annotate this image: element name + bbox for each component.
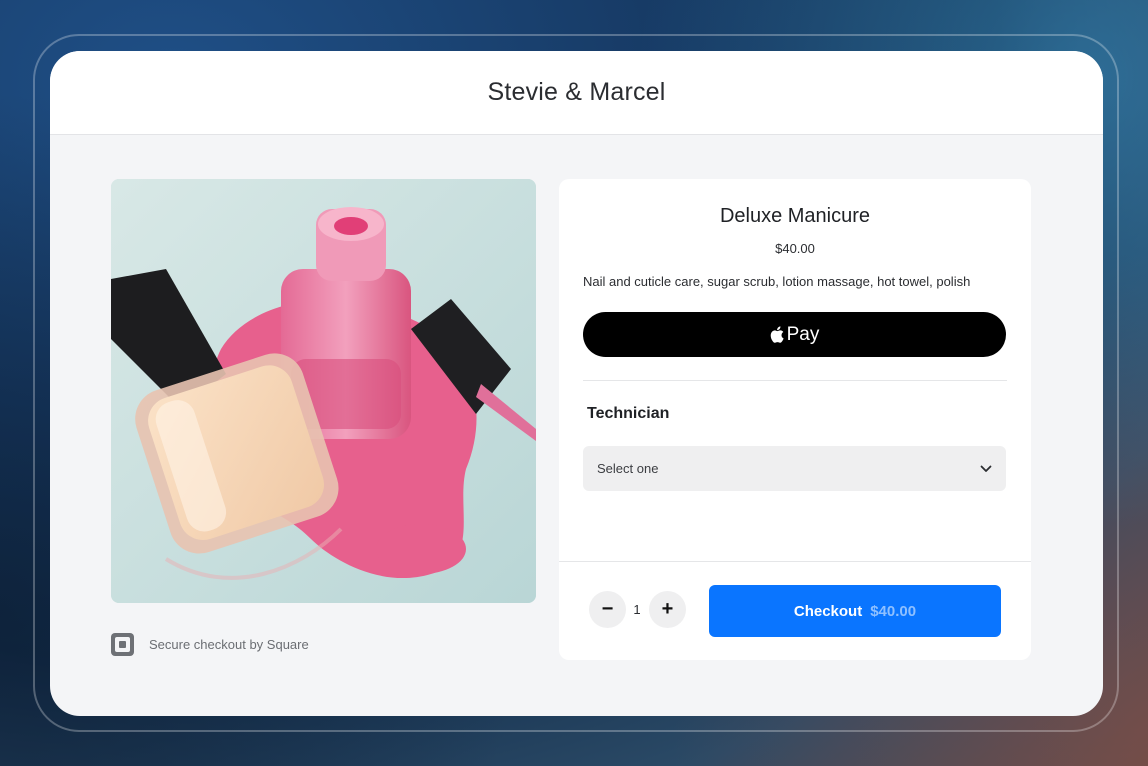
technician-label: Technician xyxy=(587,405,670,422)
product-card: Deluxe Manicure $40.00 Nail and cuticle … xyxy=(559,179,1031,660)
divider xyxy=(559,561,1031,562)
chevron-down-icon xyxy=(980,465,992,472)
secure-checkout-text: Secure checkout by Square xyxy=(149,637,309,652)
checkout-button[interactable]: Checkout $40.00 xyxy=(709,585,1001,637)
checkout-screen: Stevie & Marcel Secure checkout by Squar… xyxy=(50,51,1103,716)
apple-pay-label: Pay xyxy=(786,323,820,345)
secure-checkout-note: Secure checkout by Square xyxy=(111,633,309,656)
checkout-price: $40.00 xyxy=(870,602,917,620)
product-image xyxy=(111,179,536,603)
apple-pay-button[interactable]: Pay xyxy=(583,312,1006,357)
nail-polish-image xyxy=(111,179,536,603)
checkout-label: Checkout xyxy=(793,602,863,620)
store-title: Stevie & Marcel xyxy=(487,78,666,106)
product-price: $40.00 xyxy=(775,241,815,256)
technician-select[interactable]: Select one xyxy=(583,446,1006,491)
quantity-increase-button[interactable]: + xyxy=(649,591,686,628)
quantity-decrease-button[interactable]: − xyxy=(589,591,626,628)
square-logo-icon xyxy=(111,633,134,656)
apple-logo-icon xyxy=(770,326,784,343)
product-description: Nail and cuticle care, sugar scrub, loti… xyxy=(583,274,971,289)
product-name: Deluxe Manicure xyxy=(719,205,871,227)
store-header: Stevie & Marcel xyxy=(50,51,1103,135)
technician-select-value: Select one xyxy=(597,461,659,476)
quantity-value: 1 xyxy=(633,602,641,617)
divider xyxy=(583,380,1007,381)
